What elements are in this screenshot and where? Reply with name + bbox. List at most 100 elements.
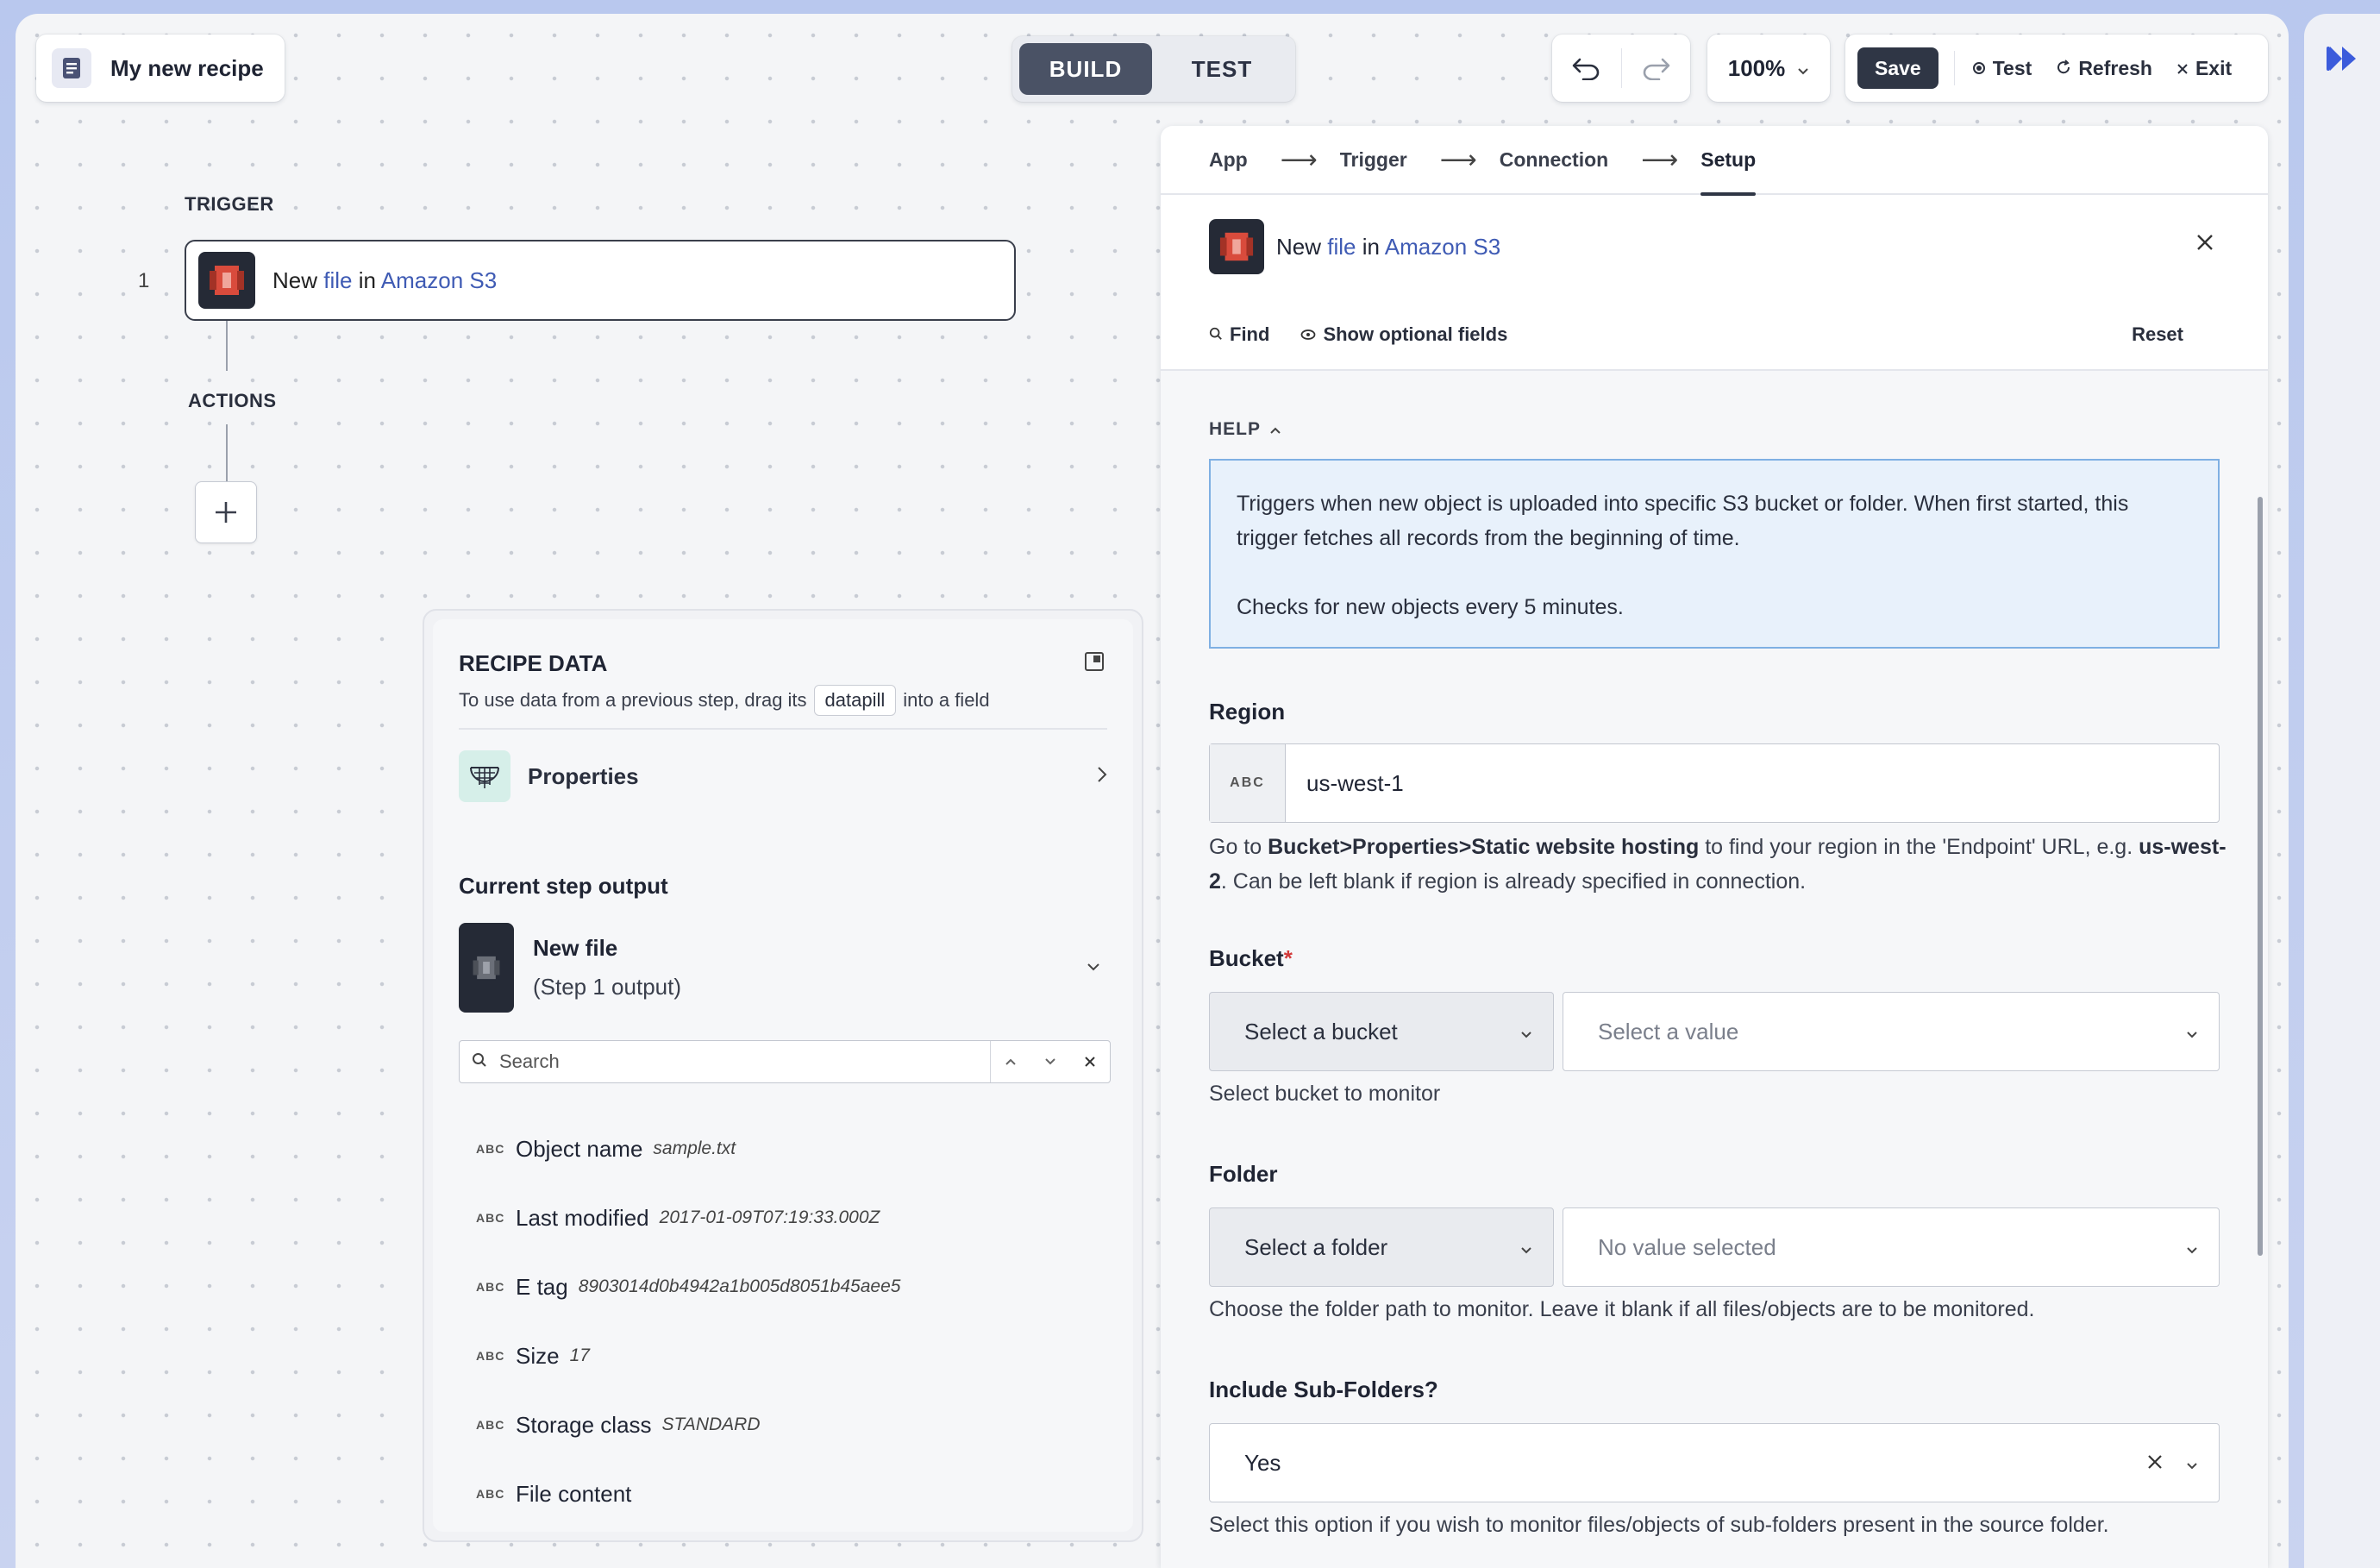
bucket-value-select[interactable]: Select a value [1563, 992, 2220, 1071]
datapill-e-tag[interactable]: ABC E tag 8903014d0b4942a1b005d8051b45aee5 [476, 1252, 1107, 1321]
field-type-badge[interactable]: ABC [1210, 744, 1286, 822]
step-object-link[interactable]: file [323, 267, 352, 293]
test-button[interactable]: Test [1972, 57, 2032, 80]
subfolders-hint: Select this option if you wish to monito… [1209, 1513, 2109, 1537]
help-toggle[interactable]: HELP [1209, 419, 1281, 440]
recipe-title-card[interactable]: My new recipe [36, 34, 285, 102]
properties-icon [459, 750, 510, 802]
save-button[interactable]: Save [1857, 47, 1938, 89]
bucket-mode-select[interactable]: Select a bucket [1209, 992, 1554, 1071]
subfolders-select[interactable]: Yes [1209, 1423, 2220, 1502]
recipe-data-subtitle: To use data from a previous step, drag i… [459, 685, 990, 716]
hint-text: to find your region in the 'Endpoint' UR… [1699, 835, 2139, 859]
region-field: ABC us-west-1 [1209, 743, 2220, 823]
bucket-value-placeholder: Select a value [1598, 1018, 1739, 1044]
datapill-size[interactable]: ABC Size 17 [476, 1321, 1107, 1390]
chevron-up-icon[interactable] [991, 1057, 1030, 1066]
clear-search-icon[interactable] [1070, 1056, 1110, 1068]
build-tab[interactable]: BUILD [1019, 43, 1152, 95]
show-optional-fields-button[interactable]: Show optional fields [1300, 323, 1507, 346]
current-step-output-label: Current step output [459, 873, 668, 899]
header-object-link[interactable]: file [1327, 234, 1356, 260]
region-hint: Go to Bucket>Properties>Static website h… [1209, 830, 2227, 899]
help-text-interval: Checks for new objects every 5 minutes. [1237, 595, 1624, 619]
refresh-button[interactable]: Refresh [2056, 57, 2152, 80]
type-badge: ABC [476, 1487, 505, 1501]
zoom-level: 100% [1727, 54, 1786, 81]
step-app-link[interactable]: Amazon S3 [381, 267, 497, 293]
chevron-down-icon [1797, 55, 1809, 82]
chevron-down-icon [1520, 1019, 1532, 1045]
chevron-down-icon [2186, 1234, 2198, 1261]
arrow-right-icon: ⟶ [1641, 145, 1679, 174]
help-box: Triggers when new object is uploaded int… [1209, 459, 2220, 649]
field-name: Size [516, 1342, 560, 1369]
chevron-down-icon[interactable] [2186, 1450, 2198, 1477]
type-badge: ABC [476, 1418, 505, 1432]
field-sample: 8903014d0b4942a1b005d8051b45aee5 [578, 1276, 901, 1296]
folder-value-select[interactable]: No value selected [1563, 1207, 2220, 1287]
header-prefix: New [1276, 233, 1322, 260]
step-config-panel: App ⟶ Trigger ⟶ Connection ⟶ Setup New f… [1161, 126, 2268, 1568]
zoom-select[interactable]: 100% [1707, 34, 1830, 102]
test-tab[interactable]: TEST [1156, 43, 1288, 95]
folder-mode-select[interactable]: Select a folder [1209, 1207, 1554, 1287]
chevron-right-icon [1097, 766, 1107, 787]
mode-toggle: BUILD TEST [1012, 36, 1295, 102]
nav-trigger[interactable]: Trigger [1340, 126, 1407, 194]
arrow-right-icon: ⟶ [1280, 145, 1318, 174]
help-label: HELP [1209, 419, 1262, 439]
subtitle-before: To use data from a previous step, drag i… [459, 689, 807, 711]
close-icon[interactable] [2195, 233, 2214, 256]
hint-bold: Bucket>Properties>Static website hosting [1268, 835, 1700, 859]
search-input[interactable]: Search [499, 1051, 978, 1073]
search-icon [1209, 323, 1223, 346]
recipe-data-inner: RECIPE DATA To use data from a previous … [433, 619, 1133, 1532]
plus-icon [216, 502, 236, 523]
flow-connector [226, 321, 228, 371]
amazon-s3-icon [1209, 219, 1264, 274]
field-name: E tag [516, 1273, 568, 1300]
reset-button[interactable]: Reset [2132, 323, 2183, 346]
nav-app[interactable]: App [1209, 126, 1248, 194]
trigger-step-card[interactable]: New file in Amazon S3 [185, 240, 1016, 321]
hint-text: Go to [1209, 835, 1268, 859]
undo-icon[interactable] [1552, 34, 1621, 102]
step-output-title: New file (Step 1 output) [533, 935, 681, 1000]
nav-setup[interactable]: Setup [1700, 126, 1756, 196]
bucket-hint: Select bucket to monitor [1209, 1082, 1441, 1106]
step-in: in [358, 267, 376, 293]
datapill-storage-class[interactable]: ABC Storage class STANDARD [476, 1390, 1107, 1459]
hint-text: . Can be left blank if region is already… [1220, 869, 1807, 894]
redo-icon[interactable] [1622, 34, 1691, 102]
exit-label: Exit [2195, 56, 2233, 79]
properties-row[interactable]: Properties [459, 749, 1107, 804]
panel-toolbar: Find Show optional fields Reset [1209, 317, 2214, 352]
add-step-button[interactable] [195, 481, 257, 543]
select-controls [2146, 1450, 2198, 1477]
nav-connection[interactable]: Connection [1500, 126, 1609, 194]
scrollbar-thumb[interactable] [2258, 497, 2263, 1256]
subfolders-value: Yes [1244, 1449, 1281, 1476]
copilot-icon[interactable] [2325, 40, 2363, 78]
datapill-file-content[interactable]: ABC File content [476, 1459, 1107, 1528]
step-output-header[interactable]: New file (Step 1 output) [459, 923, 1107, 1013]
config-steps-nav: App ⟶ Trigger ⟶ Connection ⟶ Setup [1161, 126, 2268, 196]
clear-icon[interactable] [2146, 1450, 2164, 1477]
region-input[interactable]: us-west-1 [1286, 744, 2219, 822]
eye-icon [1300, 323, 1316, 346]
datapill-last-modified[interactable]: ABC Last modified 2017-01-09T07:19:33.000Z [476, 1183, 1107, 1252]
find-button[interactable]: Find [1209, 323, 1269, 346]
recipe-title[interactable]: My new recipe [110, 55, 264, 82]
bucket-label-text: Bucket [1209, 945, 1284, 971]
search-controls [990, 1041, 1110, 1082]
datapill-object-name[interactable]: ABC Object name sample.txt [476, 1114, 1107, 1183]
step-output-label: (Step 1 output) [533, 974, 681, 1000]
panel-toggle-icon[interactable] [1085, 652, 1104, 671]
type-badge: ABC [476, 1349, 505, 1363]
type-badge: ABC [476, 1211, 505, 1225]
folder-mode-value: Select a folder [1244, 1233, 1388, 1260]
exit-button[interactable]: Exit [2176, 57, 2232, 80]
chevron-down-icon[interactable] [1030, 1057, 1070, 1066]
header-app-link[interactable]: Amazon S3 [1385, 234, 1500, 260]
